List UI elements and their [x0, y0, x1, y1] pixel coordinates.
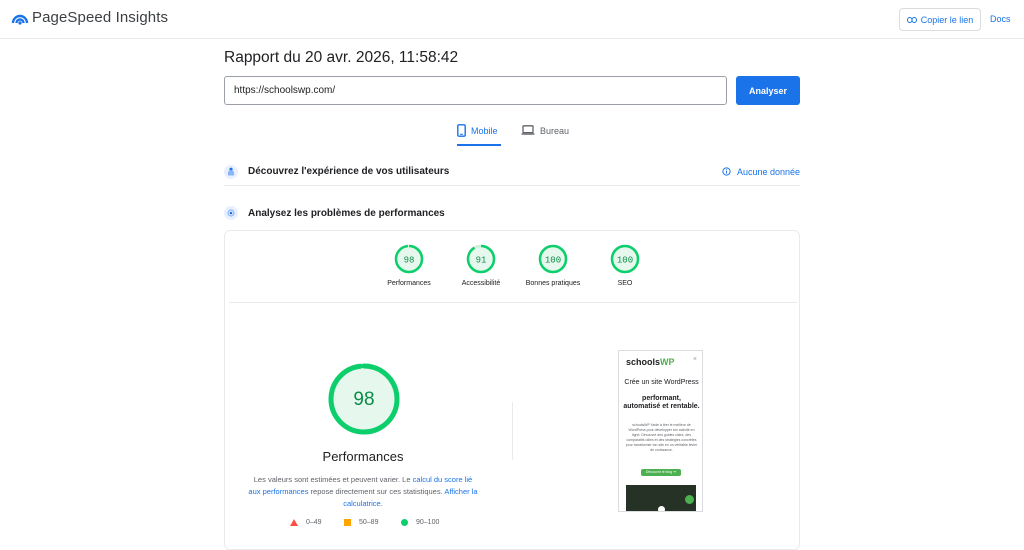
no-data-link[interactable]: Aucune donnée [722, 167, 800, 177]
score-label: Accessibilité [461, 280, 501, 287]
score-gauge-performances[interactable]: 98 Performances [369, 244, 449, 287]
score-value: 91 [476, 256, 487, 266]
device-tabs: Mobile Bureau [457, 122, 569, 146]
no-data-label: Aucune donnée [736, 166, 800, 177]
report-title: Rapport du 20 avr. 2026, 11:58:42 [224, 49, 459, 66]
analyze-button[interactable]: Analyser [736, 76, 800, 105]
legend-average-range: 50–89 [359, 519, 379, 526]
experience-title: Découvrez l'expérience de vos utilisateu… [248, 166, 450, 177]
performance-big-gauge: 98 [328, 363, 400, 435]
top-bar: PageSpeed Insights Copier le lien Docs [0, 0, 1024, 39]
diagnostics-icon [224, 206, 238, 220]
score-value: 98 [404, 256, 415, 266]
info-icon [722, 167, 731, 176]
score-label: Bonnes pratiques [525, 280, 581, 287]
explain-text-2: repose directement sur ces statistiques. [308, 487, 445, 496]
users-icon [224, 164, 238, 179]
docs-link[interactable]: Docs [990, 14, 1011, 24]
tab-desktop-label: Bureau [540, 126, 570, 136]
preview-heading-1: Crée un site WordPress [624, 379, 699, 386]
performance-big-label: Performances [322, 449, 404, 464]
performance-big-score: 98 [353, 389, 374, 410]
preview-cta-button: Découvrir le blog ➔ [641, 469, 681, 476]
url-input[interactable] [224, 76, 727, 105]
explain-text-1: Les valeurs sont estimées et peuvent var… [253, 475, 413, 484]
score-gauges: 98 Performances 91 Accessibilité 100 Bonnes p… [229, 231, 797, 303]
score-gauge-seo[interactable]: 100 SEO [585, 244, 665, 287]
vertical-divider [512, 402, 513, 460]
score-gauge-ring: 98 [394, 244, 424, 274]
score-gauge-ring: 91 [466, 244, 496, 274]
preview-logo-prefix: schools [626, 357, 661, 367]
legend-average: 50–89 [344, 519, 378, 526]
score-gauge-ring: 100 [610, 244, 640, 274]
preview-close-icon: × [692, 356, 697, 363]
page-screenshot-preview[interactable]: schoolsWP × Crée un site WordPress perfo… [618, 350, 703, 512]
legend-fail: 0–49 [290, 519, 322, 526]
tab-desktop[interactable]: Bureau [521, 122, 569, 146]
score-label: Performances [387, 280, 431, 287]
score-gauge-bonnes-pratiques[interactable]: 100 Bonnes pratiques [513, 244, 593, 287]
link-icon [906, 16, 917, 23]
copy-link-button[interactable]: Copier le lien [899, 8, 981, 31]
app-title: PageSpeed Insights [32, 9, 169, 26]
preview-logo: schoolsWP [626, 357, 675, 367]
tab-mobile[interactable]: Mobile [457, 122, 501, 146]
score-value: 100 [545, 256, 561, 266]
preview-logo-suffix: WP [660, 357, 675, 367]
tab-mobile-label: Mobile [471, 126, 498, 136]
legend-fail-range: 0–49 [306, 519, 322, 526]
score-explanation: Les valeurs sont estimées et peuvent var… [248, 474, 478, 510]
average-square-icon [344, 519, 351, 526]
score-gauge-ring: 100 [538, 244, 568, 274]
laptop-icon [521, 125, 535, 135]
fail-triangle-icon [290, 519, 298, 526]
performance-title: Analysez les problèmes de performances [248, 207, 445, 219]
score-value: 100 [617, 256, 633, 266]
copy-link-label: Copier le lien [920, 14, 974, 25]
preview-play-icon [658, 506, 665, 511]
preview-chat-icon [685, 495, 694, 504]
performance-section: Analysez les problèmes de performances [224, 203, 800, 223]
preview-heading-2: performant, automatisé et rentable. [623, 395, 700, 410]
preview-body-text: schoolsWP t'aide à tirer le meilleur de … [625, 423, 698, 452]
legend-pass-range: 90–100 [416, 519, 440, 526]
legend-pass: 90–100 [401, 519, 439, 526]
user-experience-section: Découvrez l'expérience de vos utilisateu… [224, 158, 800, 186]
smartphone-icon [457, 124, 466, 137]
score-gauge-accessibilité[interactable]: 91 Accessibilité [441, 244, 521, 287]
pass-circle-icon [401, 519, 408, 526]
score-label: SEO [617, 280, 633, 287]
pagespeed-logo-icon[interactable] [11, 10, 29, 26]
